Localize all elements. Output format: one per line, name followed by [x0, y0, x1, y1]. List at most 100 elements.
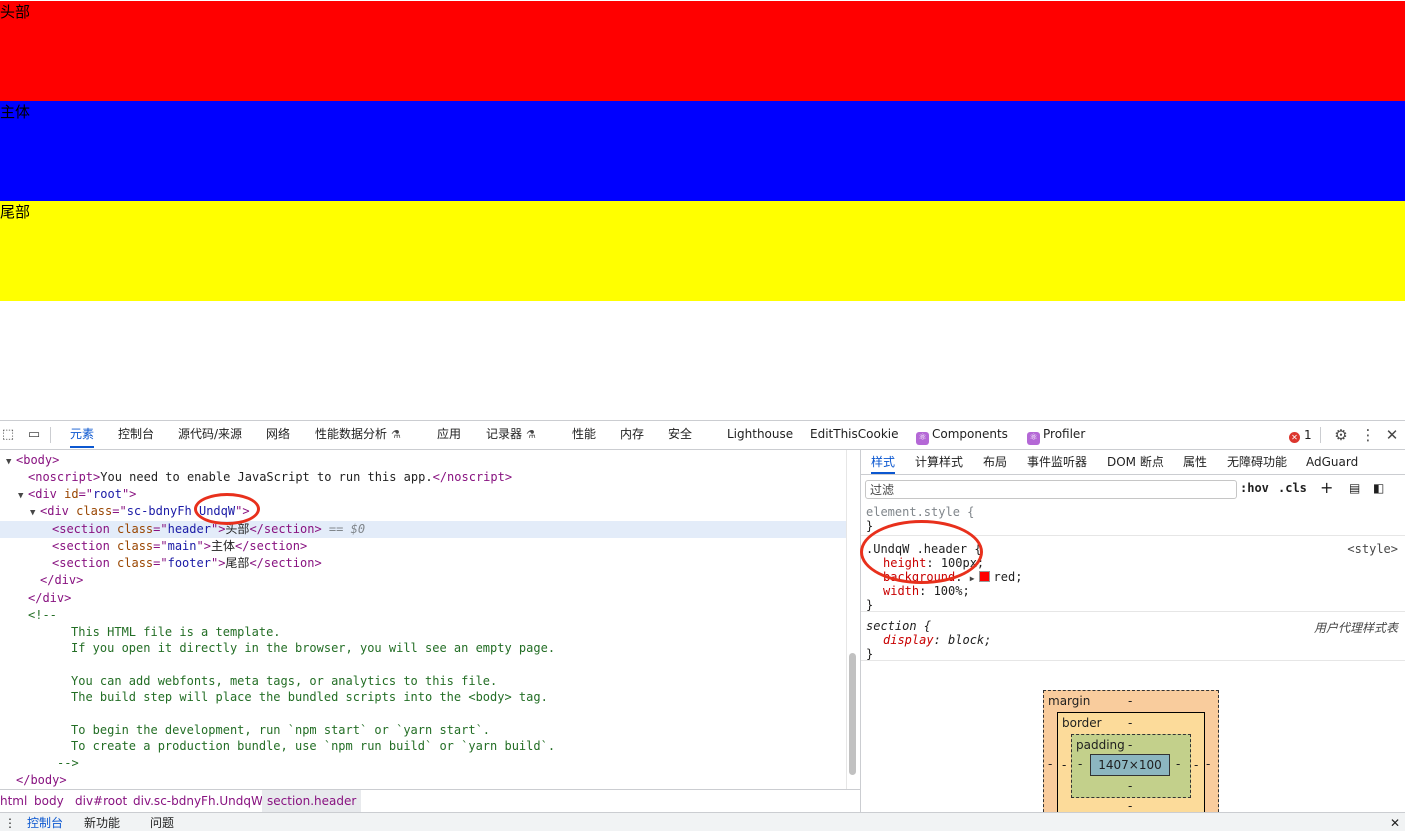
- box-model-content-size[interactable]: 1407×100: [1090, 754, 1170, 776]
- paint-brush-icon[interactable]: ▤: [1349, 481, 1360, 495]
- expand-triangle-icon[interactable]: ▼: [6, 454, 16, 471]
- react-icon: ⚛: [1027, 432, 1040, 445]
- drawer-menu-icon[interactable]: ⋮: [4, 813, 16, 833]
- border-bottom-value[interactable]: -: [1128, 799, 1132, 812]
- tab-dom-breakpoints[interactable]: DOM 断点: [1107, 450, 1164, 474]
- react-icon: ⚛: [916, 432, 929, 445]
- margin-top-value[interactable]: -: [1128, 694, 1132, 708]
- padding-right-value[interactable]: -: [1176, 757, 1180, 771]
- padding-label: padding: [1076, 738, 1125, 752]
- expand-triangle-icon[interactable]: ▶: [970, 574, 975, 583]
- rule-divider: [861, 535, 1405, 536]
- expand-triangle-icon[interactable]: ▼: [18, 488, 28, 505]
- rule-section[interactable]: section { 用户代理样式表 display: block; }: [861, 619, 1405, 661]
- drawer-tab-console[interactable]: 控制台: [27, 813, 63, 833]
- css-property[interactable]: width: 100%;: [883, 584, 970, 598]
- new-rule-icon[interactable]: +: [1320, 478, 1333, 497]
- styles-tabbar: 样式 计算样式 布局 事件监听器 DOM 断点 属性 无障碍功能 AdGuard: [861, 450, 1405, 475]
- comment-line: This HTML file is a template.: [71, 625, 281, 639]
- gear-icon[interactable]: ⚙: [1333, 427, 1349, 443]
- margin-left-value[interactable]: -: [1048, 757, 1052, 771]
- border-right-value[interactable]: -: [1194, 758, 1198, 772]
- drawer-tab-issues[interactable]: 问题: [150, 813, 174, 833]
- hov-toggle[interactable]: :hov: [1240, 481, 1269, 495]
- toggle-sidebar-icon[interactable]: ◧: [1373, 481, 1384, 495]
- more-options-icon[interactable]: ⋮: [1360, 427, 1376, 443]
- drawer-tabbar: ⋮ 控制台 新功能 问题 ✕: [0, 812, 1405, 831]
- tab-performance[interactable]: 性能: [572, 421, 596, 448]
- dom-node-wrapper-close[interactable]: </div>: [40, 572, 83, 589]
- border-top-value[interactable]: -: [1128, 716, 1132, 730]
- dom-tree-scrollbar-thumb[interactable]: [849, 653, 856, 775]
- dom-node-body[interactable]: ▼ <body>: [6, 452, 59, 469]
- tab-layout[interactable]: 布局: [983, 450, 1007, 474]
- breadcrumb-root[interactable]: div#root: [75, 790, 127, 812]
- inspect-element-icon[interactable]: ⬚: [0, 427, 16, 443]
- footer-node-text: 尾部: [225, 556, 250, 570]
- styles-filter-input[interactable]: [865, 480, 1237, 499]
- box-model-border[interactable]: border - - - padding - - - - 1407×100 -: [1057, 712, 1205, 812]
- padding-left-value[interactable]: -: [1078, 757, 1082, 771]
- tab-event-listeners[interactable]: 事件监听器: [1027, 450, 1087, 474]
- header-text: 头部: [0, 3, 31, 21]
- error-counter[interactable]: ✕ 1: [1289, 427, 1312, 443]
- comment-line: To begin the development, run `npm start…: [71, 723, 491, 737]
- breadcrumb-wrapper[interactable]: div.sc-bdnyFh.UndqW: [133, 790, 263, 812]
- tab-editthiscookie[interactable]: EditThisCookie: [810, 421, 899, 448]
- dom-node-comment-close[interactable]: -->: [57, 755, 79, 772]
- tab-elements[interactable]: 元素: [70, 421, 95, 448]
- tab-properties[interactable]: 属性: [1183, 450, 1207, 474]
- border-left-value[interactable]: -: [1062, 758, 1066, 772]
- header-rule-selector[interactable]: .UndqW .header {: [866, 542, 982, 556]
- dom-node-body-close[interactable]: </body>: [16, 772, 67, 789]
- wrapper-class-b: UndqW: [198, 504, 236, 518]
- box-model-margin[interactable]: margin - - - border - - - padding - - - …: [1043, 690, 1219, 812]
- dom-node-wrapper[interactable]: ▼ <div class="sc-bdnyFh UndqW">: [30, 503, 250, 520]
- tab-adguard[interactable]: AdGuard: [1306, 450, 1358, 474]
- tab-application[interactable]: 应用: [437, 421, 461, 448]
- css-property[interactable]: height: 100px;: [883, 556, 984, 570]
- comment-line: You can add webfonts, meta tags, or anal…: [71, 674, 498, 688]
- main-node-text: 主体: [210, 539, 235, 553]
- dom-node-root-close[interactable]: </div>: [28, 590, 71, 607]
- cls-toggle[interactable]: .cls: [1278, 481, 1307, 495]
- tab-memory[interactable]: 内存: [620, 421, 644, 448]
- padding-bottom-value[interactable]: -: [1128, 779, 1132, 793]
- box-model-padding[interactable]: padding - - - - 1407×100: [1071, 734, 1191, 798]
- rule-header[interactable]: .UndqW .header { <style> height: 100px; …: [861, 542, 1405, 612]
- tab-console[interactable]: 控制台: [118, 421, 154, 448]
- dom-node-footer[interactable]: <section class="footer">尾部</section>: [52, 555, 322, 572]
- tab-profiler[interactable]: ⚛ Profiler: [1027, 421, 1085, 448]
- dom-node-root[interactable]: ▼ <div id="root">: [18, 486, 136, 503]
- breadcrumb-header[interactable]: section.header: [262, 790, 362, 812]
- tab-components[interactable]: ⚛ Components: [916, 421, 1008, 448]
- tab-computed[interactable]: 计算样式: [915, 450, 963, 474]
- dom-node-main[interactable]: <section class="main">主体</section>: [52, 538, 307, 555]
- rule-close: }: [866, 647, 874, 661]
- expand-triangle-icon[interactable]: ▼: [30, 505, 40, 522]
- tab-accessibility[interactable]: 无障碍功能: [1227, 450, 1287, 474]
- element-style-selector: element.style {: [866, 505, 975, 519]
- tab-recorder[interactable]: 记录器 ⚗: [486, 421, 536, 448]
- drawer-close-icon[interactable]: ✕: [1390, 813, 1400, 833]
- css-property[interactable]: background: ▶ red;: [883, 570, 1022, 584]
- tab-network[interactable]: 网络: [266, 421, 290, 448]
- tab-sources[interactable]: 源代码/来源: [178, 421, 242, 448]
- rule-element-style[interactable]: element.style { }: [861, 505, 1405, 535]
- dom-node-comment-open[interactable]: <!--: [28, 607, 57, 624]
- tab-styles[interactable]: 样式: [871, 450, 896, 474]
- close-icon[interactable]: ✕: [1384, 427, 1400, 443]
- drawer-tab-whats-new[interactable]: 新功能: [84, 813, 120, 833]
- device-toolbar-icon[interactable]: ▭: [26, 427, 42, 443]
- tab-security[interactable]: 安全: [668, 421, 692, 448]
- padding-top-value[interactable]: -: [1128, 738, 1132, 752]
- color-swatch[interactable]: [978, 571, 990, 582]
- breadcrumb-html[interactable]: html: [0, 790, 27, 812]
- tab-performance-insights[interactable]: 性能数据分析 ⚗: [315, 421, 401, 448]
- tab-lighthouse[interactable]: Lighthouse: [727, 421, 793, 448]
- header-rule-source[interactable]: <style>: [1347, 542, 1398, 556]
- dom-node-noscript[interactable]: <noscript>You need to enable JavaScript …: [28, 469, 512, 486]
- breadcrumb-body[interactable]: body: [34, 790, 64, 812]
- dom-node-header-selected[interactable]: <section class="header">头部</section> == …: [0, 521, 846, 538]
- margin-right-value[interactable]: -: [1206, 757, 1210, 771]
